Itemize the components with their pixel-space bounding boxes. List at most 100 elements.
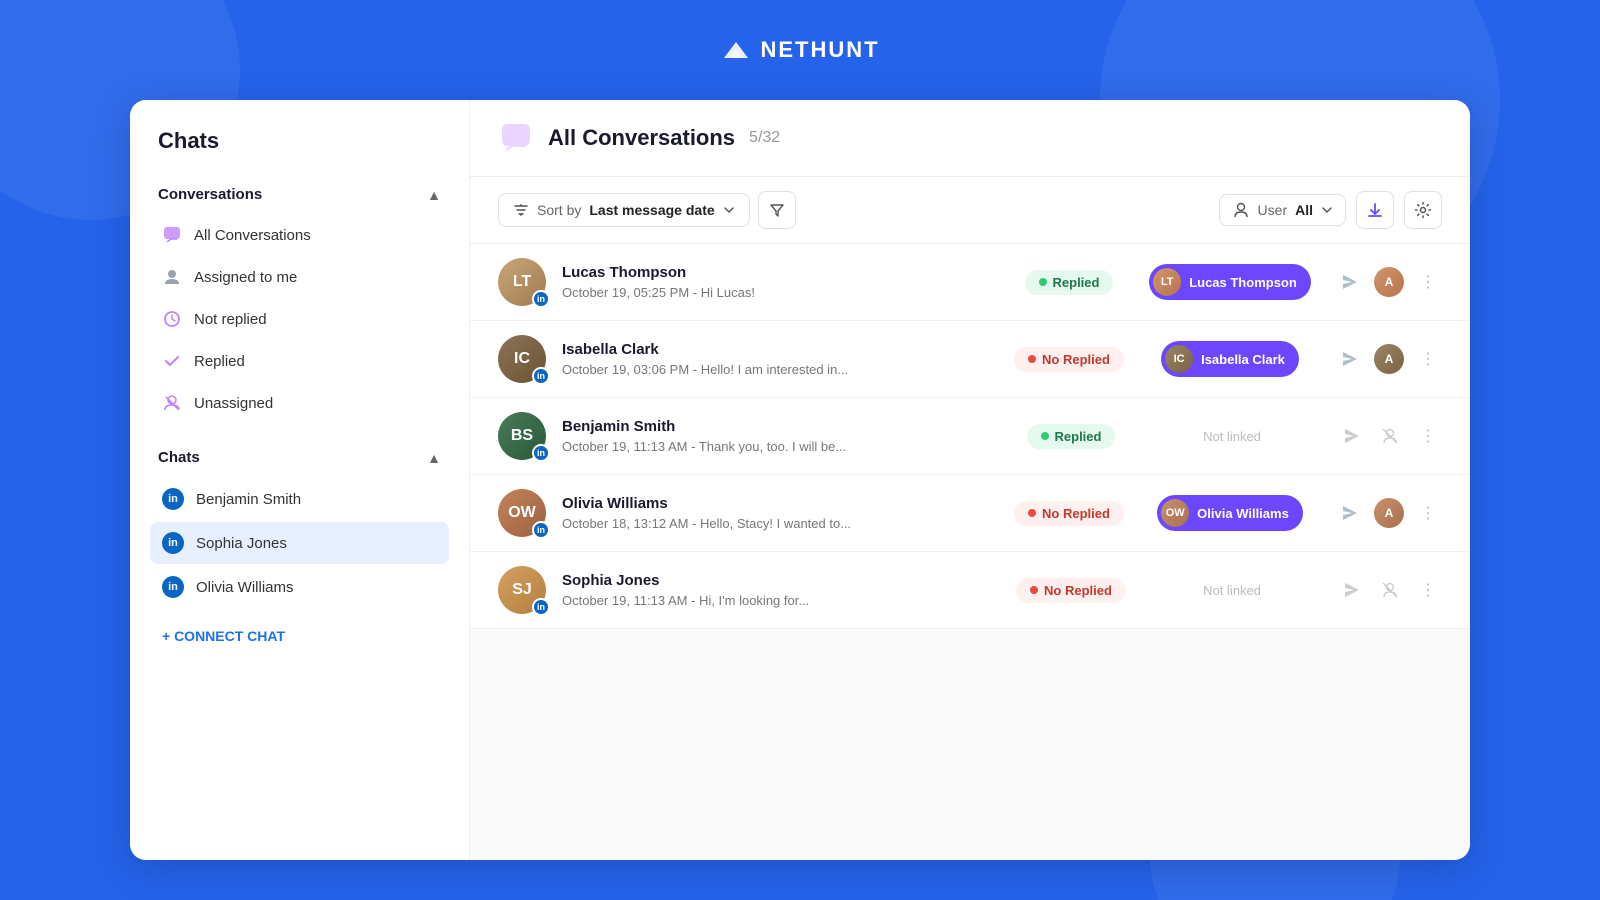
assigned-to-me-label: Assigned to me xyxy=(194,269,297,286)
sort-dropdown-icon xyxy=(723,204,735,216)
conv-actions-olivia: A ⋮ xyxy=(1336,498,1442,528)
top-bar: NETHUNT xyxy=(0,0,1600,100)
user-label: User xyxy=(1258,202,1288,218)
user-value: All xyxy=(1295,202,1313,218)
conversation-list: LT in Lucas Thompson October 19, 05:25 P… xyxy=(470,244,1470,860)
more-menu-benjamin[interactable]: ⋮ xyxy=(1414,422,1442,450)
sidebar-item-unassigned[interactable]: Unassigned xyxy=(150,383,449,423)
content-header: All Conversations 5/32 xyxy=(470,100,1470,177)
conv-assignee-sophia: Not linked xyxy=(1142,583,1322,598)
status-dot-lucas xyxy=(1039,278,1047,286)
linkedin-avatar-badge-olivia: in xyxy=(532,521,550,539)
sort-value: Last message date xyxy=(589,202,714,218)
linkedin-badge-olivia: in xyxy=(162,576,184,598)
sort-by-button[interactable]: Sort by Last message date xyxy=(498,193,750,227)
not-replied-label: Not replied xyxy=(194,311,267,328)
sort-group: Sort by Last message date xyxy=(498,191,796,229)
check-icon xyxy=(162,351,182,371)
conv-actions-sophia: ⋮ xyxy=(1338,576,1442,604)
chats-collapse-icon[interactable]: ▲ xyxy=(427,450,441,466)
conversations-collapse-icon[interactable]: ▲ xyxy=(427,187,441,203)
person-icon xyxy=(162,267,182,287)
linkedin-avatar-badge-sophia: in xyxy=(532,598,550,616)
assignee-avatar-olivia: OW xyxy=(1161,499,1189,527)
download-icon xyxy=(1366,201,1384,219)
conv-name-sophia: Sophia Jones xyxy=(562,572,1000,589)
clock-icon xyxy=(162,309,182,329)
conv-preview-benjamin: October 19, 11:13 AM - Thank you, too. I… xyxy=(562,439,1000,454)
linkedin-avatar-badge-lucas: in xyxy=(532,290,550,308)
nethunt-logo-icon xyxy=(720,34,752,66)
conversations-section-label: Conversations xyxy=(158,186,262,203)
more-menu-olivia[interactable]: ⋮ xyxy=(1414,499,1442,527)
assignee-chip-isabella: IC Isabella Clark xyxy=(1161,341,1299,377)
conversations-section-header[interactable]: Conversations ▲ xyxy=(150,178,449,211)
chats-section-header[interactable]: Chats ▲ xyxy=(150,441,449,474)
logo-text: NETHUNT xyxy=(760,37,879,63)
table-row[interactable]: LT in Lucas Thompson October 19, 05:25 P… xyxy=(470,244,1470,321)
linkedin-avatar-badge-benjamin: in xyxy=(532,444,550,462)
table-row[interactable]: IC in Isabella Clark October 19, 03:06 P… xyxy=(470,321,1470,398)
conv-info-sophia: Sophia Jones October 19, 11:13 AM - Hi, … xyxy=(562,572,1000,608)
replied-label: Replied xyxy=(194,353,245,370)
conv-assignee-lucas: LT Lucas Thompson xyxy=(1140,264,1320,300)
sort-by-label: Sort by xyxy=(537,202,581,218)
status-badge-lucas: Replied xyxy=(1025,270,1114,295)
user-avatar-lucas: A xyxy=(1374,267,1404,297)
connect-chat-button[interactable]: + CONNECT CHAT xyxy=(150,616,449,656)
avatar-wrap-lucas: LT in xyxy=(498,258,546,306)
send-icon-olivia[interactable] xyxy=(1336,499,1364,527)
conv-preview-olivia: October 18, 13:12 AM - Hello, Stacy! I w… xyxy=(562,516,998,531)
unassigned-icon xyxy=(162,393,182,413)
settings-button[interactable] xyxy=(1404,191,1442,229)
conv-assignee-isabella: IC Isabella Clark xyxy=(1140,341,1320,377)
sidebar-chat-sophia-jones[interactable]: in Sophia Jones xyxy=(150,522,449,564)
download-button[interactable] xyxy=(1356,191,1394,229)
chat-benjamin-label: Benjamin Smith xyxy=(196,491,301,508)
table-row[interactable]: SJ in Sophia Jones October 19, 11:13 AM … xyxy=(470,552,1470,629)
more-menu-sophia[interactable]: ⋮ xyxy=(1414,576,1442,604)
filter-button[interactable] xyxy=(758,191,796,229)
sidebar-item-assigned-to-me[interactable]: Assigned to me xyxy=(150,257,449,297)
conv-info-isabella: Isabella Clark October 19, 03:06 PM - He… xyxy=(562,341,998,377)
conv-info-olivia: Olivia Williams October 18, 13:12 AM - H… xyxy=(562,495,998,531)
status-badge-isabella: No Replied xyxy=(1014,347,1124,372)
more-menu-isabella[interactable]: ⋮ xyxy=(1414,345,1442,373)
sidebar-chat-benjamin-smith[interactable]: in Benjamin Smith xyxy=(150,478,449,520)
not-linked-benjamin: Not linked xyxy=(1203,429,1261,444)
send-icon-lucas[interactable] xyxy=(1336,268,1364,296)
more-menu-lucas[interactable]: ⋮ xyxy=(1414,268,1442,296)
send-icon-isabella[interactable] xyxy=(1336,345,1364,373)
conv-status-isabella: No Replied xyxy=(1014,347,1124,372)
user-filter[interactable]: User All xyxy=(1219,194,1346,226)
status-dot-benjamin xyxy=(1041,432,1049,440)
conv-actions-lucas: A ⋮ xyxy=(1336,267,1442,297)
chat-olivia-label: Olivia Williams xyxy=(196,579,294,596)
status-badge-benjamin: Replied xyxy=(1027,424,1116,449)
connect-chat-label: + CONNECT CHAT xyxy=(162,628,285,644)
sidebar-item-replied[interactable]: Replied xyxy=(150,341,449,381)
unassigned-icon-benjamin[interactable] xyxy=(1376,422,1404,450)
linkedin-avatar-badge-isabella: in xyxy=(532,367,550,385)
sort-icon xyxy=(513,202,529,218)
sidebar-item-all-conversations[interactable]: All Conversations xyxy=(150,215,449,255)
linkedin-badge-sophia: in xyxy=(162,532,184,554)
unassigned-icon-sophia[interactable] xyxy=(1376,576,1404,604)
avatar-wrap-olivia: OW in xyxy=(498,489,546,537)
toolbar-actions: User All xyxy=(1219,191,1442,229)
conv-actions-isabella: A ⋮ xyxy=(1336,344,1442,374)
send-icon-benjamin[interactable] xyxy=(1338,422,1366,450)
conv-preview-lucas: October 19, 05:25 PM - Hi Lucas! xyxy=(562,285,998,300)
send-icon-sophia[interactable] xyxy=(1338,576,1366,604)
table-row[interactable]: OW in Olivia Williams October 18, 13:12 … xyxy=(470,475,1470,552)
page-count: 5/32 xyxy=(749,129,780,147)
filter-icon xyxy=(769,202,785,218)
not-linked-sophia: Not linked xyxy=(1203,583,1261,598)
avatar-wrap-sophia: SJ in xyxy=(498,566,546,614)
status-dot-sophia xyxy=(1030,586,1038,594)
table-row[interactable]: BS in Benjamin Smith October 19, 11:13 A… xyxy=(470,398,1470,475)
sidebar-chat-olivia-williams[interactable]: in Olivia Williams xyxy=(150,566,449,608)
conv-name-lucas: Lucas Thompson xyxy=(562,264,998,281)
sidebar-item-not-replied[interactable]: Not replied xyxy=(150,299,449,339)
sidebar-title: Chats xyxy=(150,128,449,154)
